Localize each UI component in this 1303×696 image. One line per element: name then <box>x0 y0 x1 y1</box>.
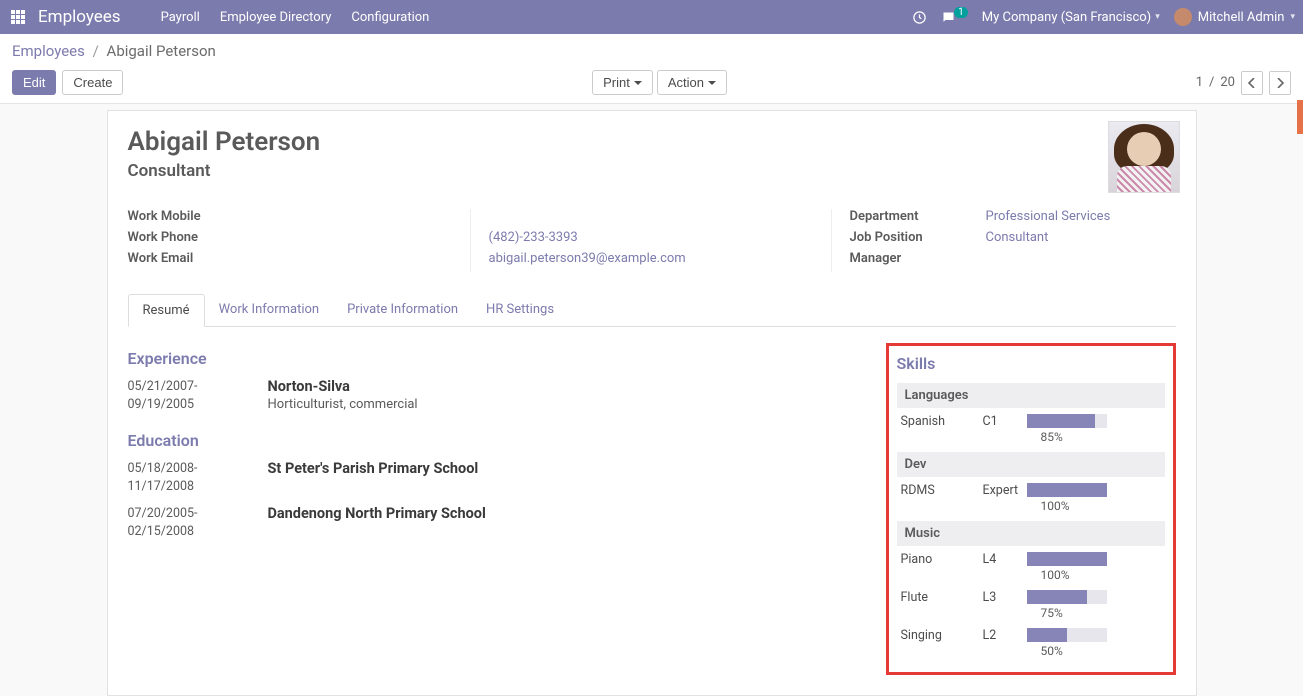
experience-heading: Experience <box>128 349 866 368</box>
skill-progress-bar <box>1027 483 1107 497</box>
resume-title: Dandenong North Primary School <box>268 505 866 522</box>
skill-name: RDMS <box>901 483 983 498</box>
skill-row: Singing L2 50% <box>897 622 1165 660</box>
employee-name: Abigail Peterson <box>128 127 1176 157</box>
pager-prev[interactable] <box>1241 71 1263 95</box>
resume-item: 07/20/2005-02/15/2008 Dandenong North Pr… <box>128 505 866 540</box>
skill-level: C1 <box>983 414 1027 429</box>
caret-down-icon <box>634 81 642 85</box>
skill-category-header: Music <box>897 521 1165 546</box>
user-avatar-icon <box>1174 8 1192 26</box>
print-dropdown[interactable]: Print <box>592 70 653 95</box>
top-navbar: Employees Payroll Employee Directory Con… <box>0 0 1303 34</box>
skill-name: Piano <box>901 552 983 567</box>
skill-level: L3 <box>983 590 1027 605</box>
resume-dates: 05/21/2007-09/19/2005 <box>128 378 268 413</box>
pager-sep: / <box>1209 75 1214 90</box>
skill-progress-bar <box>1027 628 1107 642</box>
pager-total: 20 <box>1220 75 1235 90</box>
skills-heading: Skills <box>897 354 1165 373</box>
skill-percent: 100% <box>1027 499 1161 513</box>
work-phone-label: Work Phone <box>128 230 238 245</box>
form-sheet: Abigail Peterson Consultant Work Mobile … <box>107 110 1197 696</box>
skill-category-header: Languages <box>897 383 1165 408</box>
skill-percent: 85% <box>1027 430 1161 444</box>
clock-icon[interactable] <box>912 10 927 25</box>
skill-row: RDMS Expert 100% <box>897 477 1165 515</box>
pager-pos: 1 <box>1196 75 1203 90</box>
caret-down-icon: ▾ <box>1155 12 1160 22</box>
skill-row: Piano L4 100% <box>897 546 1165 584</box>
edit-button[interactable]: Edit <box>12 70 56 95</box>
skill-level: L2 <box>983 628 1027 643</box>
scroll-indicator <box>1297 100 1303 134</box>
job-position-value[interactable]: Consultant <box>986 230 1049 245</box>
chat-badge: 1 <box>954 7 968 18</box>
tab-resume[interactable]: Resumé <box>128 294 205 327</box>
employee-avatar[interactable] <box>1108 121 1180 193</box>
breadcrumb-current: Abigail Peterson <box>107 42 216 60</box>
breadcrumb: Employees / Abigail Peterson <box>12 42 1291 60</box>
manager-label: Manager <box>850 251 902 266</box>
resume-item: 05/21/2007-09/19/2005 Norton-Silva Horti… <box>128 378 866 413</box>
skill-category-header: Dev <box>897 452 1165 477</box>
print-label: Print <box>603 75 630 90</box>
caret-down-icon <box>708 81 716 85</box>
app-brand[interactable]: Employees <box>38 7 121 27</box>
work-mobile-label: Work Mobile <box>128 209 238 224</box>
resume-dates: 07/20/2005-02/15/2008 <box>128 505 268 540</box>
skill-percent: 75% <box>1027 606 1161 620</box>
breadcrumb-root[interactable]: Employees <box>12 42 85 60</box>
skill-row: Spanish C1 85% <box>897 408 1165 446</box>
tab-work-information[interactable]: Work Information <box>205 294 334 326</box>
nav-configuration[interactable]: Configuration <box>351 10 429 25</box>
resume-title: Norton-Silva <box>268 378 866 395</box>
skill-level: L4 <box>983 552 1027 567</box>
resume-column: Experience 05/21/2007-09/19/2005 Norton-… <box>128 343 866 675</box>
chat-icon[interactable]: 1 <box>941 10 968 25</box>
skill-row: Flute L3 75% <box>897 584 1165 622</box>
resume-item: 05/18/2008-11/17/2008 St Peter's Parish … <box>128 460 866 495</box>
breadcrumb-sep: / <box>93 42 99 60</box>
skill-name: Spanish <box>901 414 983 429</box>
pager: 1 / 20 <box>1196 71 1291 95</box>
skill-percent: 100% <box>1027 568 1161 582</box>
work-phone-value[interactable]: (482)-233-3393 <box>489 230 578 245</box>
nav-payroll[interactable]: Payroll <box>161 10 200 25</box>
work-email-label: Work Email <box>128 251 238 266</box>
tab-private-information[interactable]: Private Information <box>333 294 472 326</box>
tabs: Resumé Work Information Private Informat… <box>128 294 1176 327</box>
action-dropdown[interactable]: Action <box>657 70 727 95</box>
skill-level: Expert <box>983 483 1027 498</box>
control-bar: Employees / Abigail Peterson Edit Create… <box>0 34 1303 104</box>
skill-name: Singing <box>901 628 983 643</box>
tab-hr-settings[interactable]: HR Settings <box>472 294 568 326</box>
nav-employee-directory[interactable]: Employee Directory <box>220 10 332 25</box>
skill-name: Flute <box>901 590 983 605</box>
company-switcher[interactable]: My Company (San Francisco) ▾ <box>982 10 1160 25</box>
job-position-label: Job Position <box>850 230 923 245</box>
resume-dates: 05/18/2008-11/17/2008 <box>128 460 268 495</box>
department-value[interactable]: Professional Services <box>986 209 1111 224</box>
pager-next[interactable] <box>1269 71 1291 95</box>
skills-panel: Skills Languages Spanish C1 85% Dev RDMS… <box>886 343 1176 675</box>
resume-title: St Peter's Parish Primary School <box>268 460 866 477</box>
resume-sub: Horticulturist, commercial <box>268 397 866 412</box>
department-label: Department <box>850 209 919 224</box>
skill-progress-bar <box>1027 590 1107 604</box>
user-menu[interactable]: Mitchell Admin ▾ <box>1174 8 1295 26</box>
company-name: My Company (San Francisco) <box>982 10 1151 25</box>
action-label: Action <box>668 75 704 90</box>
education-heading: Education <box>128 431 866 450</box>
caret-down-icon: ▾ <box>1290 12 1295 22</box>
skill-percent: 50% <box>1027 644 1161 658</box>
skill-progress-bar <box>1027 414 1107 428</box>
apps-icon[interactable] <box>8 7 28 27</box>
create-button[interactable]: Create <box>62 70 123 95</box>
skill-progress-bar <box>1027 552 1107 566</box>
employee-job-title: Consultant <box>128 161 1176 181</box>
work-email-value[interactable]: abigail.peterson39@example.com <box>489 251 686 266</box>
user-name: Mitchell Admin <box>1198 10 1285 25</box>
